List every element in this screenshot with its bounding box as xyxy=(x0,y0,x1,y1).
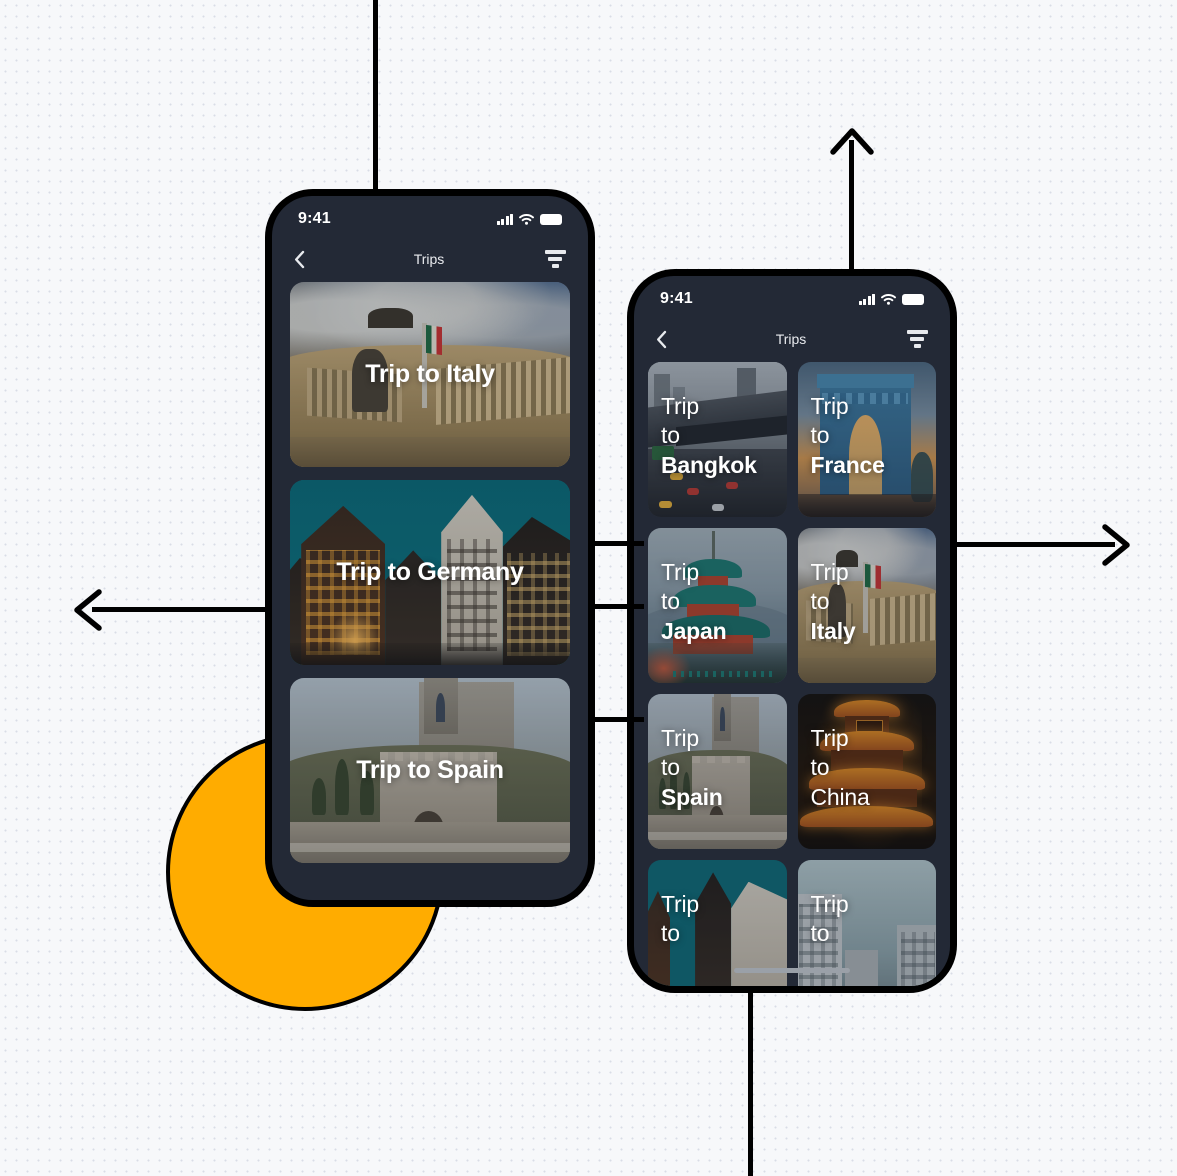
trip-grid-card-japan[interactable]: Trip to Japan xyxy=(648,528,787,683)
filter-button[interactable] xyxy=(544,250,566,268)
trip-list: Trip to Italy Trip to Germany Trip to Sp… xyxy=(272,282,588,863)
label-line-2: to xyxy=(810,754,830,781)
trip-grid-card-label: Trip to France xyxy=(811,392,885,480)
label-line-1: Trip xyxy=(810,891,849,917)
arrow-right-icon xyxy=(1098,523,1134,567)
chevron-left-icon xyxy=(295,250,305,268)
trip-grid-card-label: Trip to Bangkok xyxy=(661,392,757,480)
trip-grid-card-china[interactable]: Trip to China xyxy=(797,694,936,849)
trip-card-italy[interactable]: Trip to Italy xyxy=(290,282,570,467)
page-title: Trips xyxy=(413,251,445,267)
page-title: Trips xyxy=(775,331,807,347)
wifi-icon xyxy=(881,293,896,305)
label-place: Spain xyxy=(661,783,723,810)
phone-list-screen: 9:41 Trips Trip to Italy Trip to Germany… xyxy=(272,196,588,900)
filter-button[interactable] xyxy=(906,330,928,348)
filter-icon-bar-3 xyxy=(913,344,921,348)
status-time: 9:41 xyxy=(660,290,693,307)
trip-card-label: Trip to Italy xyxy=(365,360,495,388)
arrow-right-shaft xyxy=(957,542,1115,547)
arrow-left-icon xyxy=(70,588,106,632)
trip-grid-card-spain[interactable]: Trip to Spain xyxy=(648,694,787,849)
label-line-1: Trip xyxy=(661,725,699,751)
trip-card-label: Trip to Spain xyxy=(356,756,504,784)
wifi-icon xyxy=(519,213,534,225)
label-line-2: to xyxy=(661,754,680,781)
filter-icon-bar-3 xyxy=(551,264,559,268)
label-line-2: to xyxy=(810,588,830,615)
label-place: China xyxy=(810,783,870,810)
trip-grid-card-bangkok[interactable]: Trip to Bangkok xyxy=(648,362,787,517)
signal-bars-icon xyxy=(496,213,513,225)
status-bar: 9:41 xyxy=(272,196,588,236)
phone-list-view: 9:41 Trips Trip to Italy Trip to Germany… xyxy=(265,189,595,907)
label-line-2: to xyxy=(810,920,830,947)
back-button[interactable] xyxy=(294,248,314,270)
label-line-2: to xyxy=(661,920,680,947)
chevron-left-icon xyxy=(657,330,667,348)
label-place: France xyxy=(810,451,885,478)
battery-full-icon xyxy=(902,293,924,305)
trip-card-label: Trip to Germany xyxy=(336,558,524,586)
status-time: 9:41 xyxy=(298,210,331,227)
trip-grid-card-label: Trip to xyxy=(811,890,849,949)
label-line-1: Trip xyxy=(661,393,699,419)
trip-grid-card-france[interactable]: Trip to France xyxy=(797,362,936,517)
canvas: 9:41 Trips Trip to Italy Trip to Germany… xyxy=(0,0,1177,1176)
label-line-1: Trip xyxy=(661,559,699,585)
trip-card-spain[interactable]: Trip to Spain xyxy=(290,678,570,863)
label-place: Japan xyxy=(661,617,727,644)
label-line-1: Trip xyxy=(810,725,849,751)
phone-grid-view: 9:41 Trips Trip to Bangkok Trip to Franc… xyxy=(627,269,957,993)
back-button[interactable] xyxy=(656,328,676,350)
trip-grid-card-label: Trip to xyxy=(661,890,699,949)
label-line-2: to xyxy=(810,422,830,449)
label-line-2: to xyxy=(661,422,680,449)
label-place: Italy xyxy=(810,617,856,644)
label-place: Bangkok xyxy=(661,451,757,478)
label-line-2: to xyxy=(661,588,680,615)
status-icons xyxy=(496,213,562,225)
vertical-line-bottom xyxy=(748,990,753,1176)
nav-bar: Trips xyxy=(272,236,588,282)
battery-full-icon xyxy=(540,213,562,225)
nav-bar: Trips xyxy=(634,316,950,362)
status-bar: 9:41 xyxy=(634,276,950,316)
trip-grid-card-label: Trip to Italy xyxy=(811,558,856,646)
trip-grid-card-label: Trip to Spain xyxy=(661,724,723,812)
home-indicator[interactable] xyxy=(734,968,850,973)
filter-icon-bar-1 xyxy=(906,330,928,334)
phone-grid-screen: 9:41 Trips Trip to Bangkok Trip to Franc… xyxy=(634,276,950,986)
arrow-left-shaft xyxy=(92,607,267,612)
signal-bars-icon xyxy=(858,293,875,305)
link-line-1 xyxy=(592,541,644,546)
vertical-line-top xyxy=(373,0,378,196)
arrow-up-icon xyxy=(829,126,875,160)
trip-grid: Trip to Bangkok Trip to France Trip to J… xyxy=(634,362,950,986)
label-line-1: Trip xyxy=(810,559,849,585)
trip-grid-card-label: Trip to Japan xyxy=(661,558,727,646)
status-icons xyxy=(858,293,924,305)
arrow-up-shaft xyxy=(849,140,854,280)
filter-icon-bar-1 xyxy=(544,250,566,254)
trip-card-germany[interactable]: Trip to Germany xyxy=(290,480,570,665)
link-line-3 xyxy=(592,717,644,722)
filter-icon-bar-2 xyxy=(910,337,924,341)
trip-grid-card-label: Trip to China xyxy=(811,724,870,812)
trip-grid-card-italy[interactable]: Trip to Italy xyxy=(797,528,936,683)
label-line-1: Trip xyxy=(661,891,699,917)
link-line-2 xyxy=(592,604,644,609)
filter-icon-bar-2 xyxy=(548,257,562,261)
label-line-1: Trip xyxy=(810,393,849,419)
